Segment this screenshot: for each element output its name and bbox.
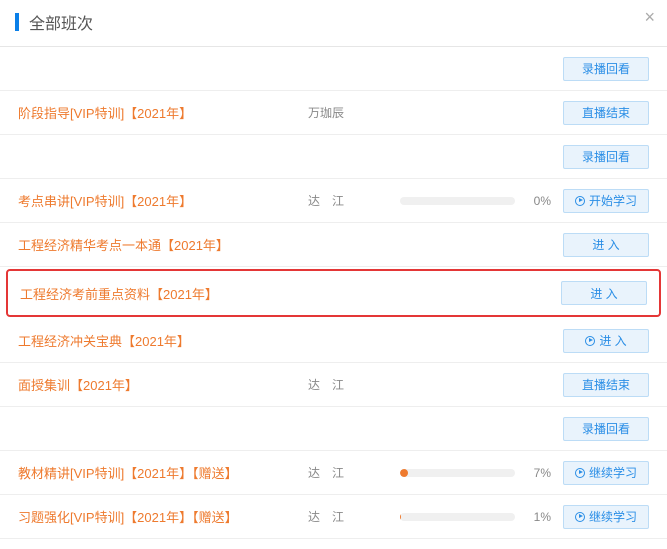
- action-button[interactable]: 进 入: [563, 329, 649, 353]
- action-button-label: 录播回看: [582, 420, 630, 437]
- action-cell: 继续学习: [563, 505, 649, 529]
- course-title[interactable]: 工程经济冲关宝典【2021年】: [18, 331, 308, 350]
- progress-cell: 1%: [363, 510, 563, 524]
- action-cell: 录播回看: [563, 57, 649, 81]
- action-cell: 进 入: [563, 233, 649, 257]
- action-button-label: 继续学习: [589, 464, 637, 481]
- action-cell: 继续学习: [563, 461, 649, 485]
- close-icon[interactable]: ×: [644, 8, 655, 26]
- action-button-label: 录播回看: [582, 60, 630, 77]
- course-title[interactable]: 阶段指导[VIP特训]【2021年】: [18, 103, 308, 122]
- action-cell: 直播结束: [563, 373, 649, 397]
- teacher-name: 达 江: [308, 508, 363, 525]
- list-row: 阶段指导[VIP特训]【2021年】万珈辰 直播结束: [0, 91, 667, 135]
- progress-bar: [400, 197, 515, 205]
- highlighted-row: 工程经济考前重点资料【2021年】 进 入: [6, 269, 661, 317]
- course-title[interactable]: 教材精讲[VIP特训]【2021年】【赠送】: [18, 463, 308, 482]
- action-button[interactable]: 进 入: [563, 233, 649, 257]
- teacher-name: 达 江: [308, 464, 363, 481]
- header-accent-bar: [15, 13, 19, 31]
- progress-cell: 7%: [363, 466, 563, 480]
- action-button-label: 开始学习: [589, 192, 637, 209]
- progress-bar: [400, 513, 515, 521]
- list-row: 习题强化[VIP特训]【2021年】【赠送】达 江 1% 继续学习: [0, 495, 667, 539]
- play-icon: [575, 196, 585, 206]
- list-row: 面授集训【2021年】达 江 直播结束: [0, 363, 667, 407]
- play-icon: [575, 468, 585, 478]
- progress-cell: 0%: [363, 194, 563, 208]
- action-button-label: 继续学习: [589, 508, 637, 525]
- action-button[interactable]: 录播回看: [563, 57, 649, 81]
- action-button[interactable]: 进 入: [561, 281, 647, 305]
- list-row: 录播回看: [0, 407, 667, 451]
- list-row: 教材精讲[VIP特训]【2021年】【赠送】达 江 7% 继续学习: [0, 451, 667, 495]
- action-cell: 进 入: [561, 281, 647, 305]
- play-icon: [575, 512, 585, 522]
- progress-percent: 1%: [523, 510, 551, 524]
- action-cell: 进 入: [563, 329, 649, 353]
- progress-percent: 0%: [523, 194, 551, 208]
- course-title[interactable]: 考点串讲[VIP特训]【2021年】: [18, 191, 308, 210]
- action-cell: 录播回看: [563, 145, 649, 169]
- progress-fill: [400, 469, 408, 477]
- course-title[interactable]: 工程经济精华考点一本通【2021年】: [18, 235, 308, 254]
- action-button-label: 进 入: [592, 236, 619, 253]
- action-button[interactable]: 继续学习: [563, 505, 649, 529]
- action-cell: 直播结束: [563, 101, 649, 125]
- teacher-name: 万珈辰: [308, 104, 363, 121]
- list-row: 录播回看: [0, 135, 667, 179]
- action-button[interactable]: 开始学习: [563, 189, 649, 213]
- action-button-label: 直播结束: [582, 104, 630, 121]
- action-button[interactable]: 录播回看: [563, 417, 649, 441]
- action-cell: 开始学习: [563, 189, 649, 213]
- list-row: 工程经济冲关宝典【2021年】 进 入: [0, 319, 667, 363]
- action-button-label: 进 入: [599, 332, 626, 349]
- course-title[interactable]: 习题强化[VIP特训]【2021年】【赠送】: [18, 507, 308, 526]
- progress-bar: [400, 469, 515, 477]
- teacher-name: 达 江: [308, 192, 363, 209]
- list-row: 考点串讲[VIP特训]【2021年】达 江 0% 开始学习: [0, 179, 667, 223]
- list-row: 工程经济考前重点资料【2021年】 进 入: [8, 271, 659, 315]
- action-button[interactable]: 继续学习: [563, 461, 649, 485]
- action-button[interactable]: 直播结束: [563, 373, 649, 397]
- course-title[interactable]: 面授集训【2021年】: [18, 375, 308, 394]
- progress-fill: [400, 513, 401, 521]
- action-cell: 录播回看: [563, 417, 649, 441]
- action-button-label: 进 入: [590, 285, 617, 302]
- teacher-name: 达 江: [308, 376, 363, 393]
- action-button[interactable]: 直播结束: [563, 101, 649, 125]
- action-button-label: 录播回看: [582, 148, 630, 165]
- action-button[interactable]: 录播回看: [563, 145, 649, 169]
- page-title: 全部班次: [29, 10, 93, 34]
- progress-percent: 7%: [523, 466, 551, 480]
- course-list: 录播回看阶段指导[VIP特训]【2021年】万珈辰直播结束录播回看考点串讲[VI…: [0, 47, 667, 549]
- list-row: 工程经济精华考点一本通【2021年】 进 入: [0, 223, 667, 267]
- list-row: 录播回看: [0, 47, 667, 91]
- header: 全部班次 ×: [0, 0, 667, 47]
- action-button-label: 直播结束: [582, 376, 630, 393]
- play-icon: [585, 336, 595, 346]
- course-title[interactable]: 工程经济考前重点资料【2021年】: [20, 284, 310, 303]
